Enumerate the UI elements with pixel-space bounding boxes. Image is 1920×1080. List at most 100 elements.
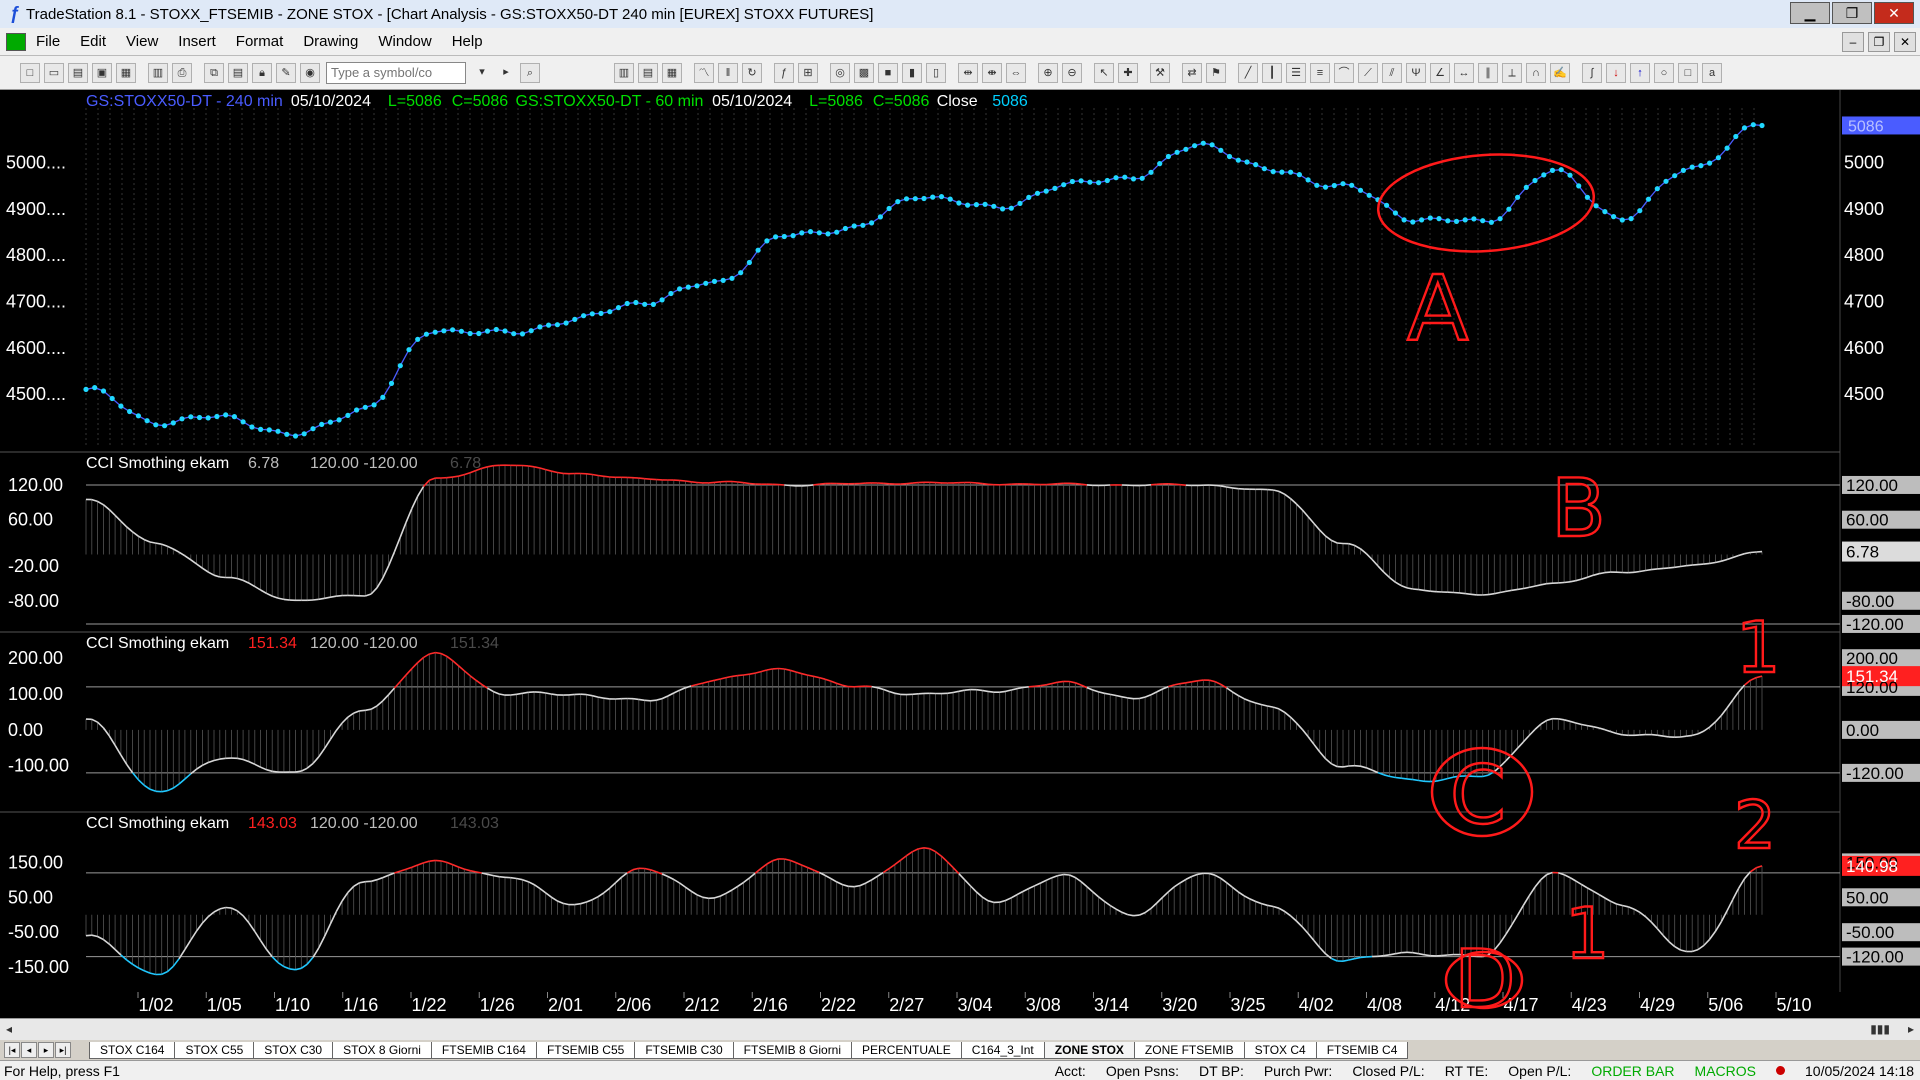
zoom-out-icon[interactable]: ⊖ — [1062, 62, 1082, 83]
compress-bars-icon[interactable]: ⇼ — [982, 62, 1002, 83]
open-folder-icon[interactable]: ▭ — [44, 62, 64, 83]
regression-icon[interactable]: ⟂ — [1502, 62, 1522, 83]
format-tools-icon[interactable]: ⚒ — [1150, 62, 1170, 83]
mdi-close-button[interactable]: ✕ — [1894, 32, 1916, 52]
tab-stox-8-giorni[interactable]: STOX 8 Giorni — [332, 1041, 432, 1059]
menu-help[interactable]: Help — [442, 33, 493, 50]
globe-icon[interactable]: ◉ — [300, 62, 320, 83]
fibonacci-icon[interactable]: ≡ — [1310, 62, 1330, 83]
menu-insert[interactable]: Insert — [168, 33, 226, 50]
arc-icon[interactable]: ⌒ — [1334, 62, 1354, 83]
print-icon[interactable]: ⎙ — [172, 62, 192, 83]
paste-icon[interactable]: ▤ — [228, 62, 248, 83]
tab-ftsemib-c30[interactable]: FTSEMIB C30 — [634, 1041, 734, 1059]
open-workspace-icon[interactable]: ▤ — [68, 62, 88, 83]
tab-stox-c164[interactable]: STOX C164 — [89, 1041, 176, 1059]
pointer-icon[interactable]: ↖ — [1094, 62, 1114, 83]
tab-stox-c4[interactable]: STOX C4 — [1243, 1041, 1317, 1059]
tab-ftsemib-8-giorni[interactable]: FTSEMIB 8 Giorni — [732, 1041, 853, 1059]
menu-format[interactable]: Format — [226, 33, 294, 50]
menu-edit[interactable]: Edit — [70, 33, 116, 50]
new-window-icon[interactable]: ▣ — [92, 62, 112, 83]
tab-stox-c55[interactable]: STOX C55 — [174, 1041, 255, 1059]
tab-zone-ftsemib[interactable]: ZONE FTSEMIB — [1133, 1041, 1245, 1059]
symbol-search-icon[interactable]: ⌕ — [520, 62, 540, 83]
mdi-restore-button[interactable]: ❐ — [1868, 32, 1890, 52]
maximize-button[interactable]: ❐ — [1832, 2, 1872, 24]
lock-icon[interactable]: 🔒︎ — [252, 62, 272, 83]
channel-icon[interactable]: ⫽ — [1382, 62, 1402, 83]
symbol-input[interactable] — [326, 61, 466, 84]
horizontal-arrow-icon[interactable]: ↔ — [1454, 62, 1474, 83]
cycle-icon[interactable]: ∩ — [1526, 62, 1546, 83]
scroll-thumb-icon[interactable]: ▮▮▮ — [1870, 1022, 1890, 1036]
freehand-icon[interactable]: ✍ — [1550, 62, 1570, 83]
ellipse-icon[interactable]: ○ — [1654, 62, 1674, 83]
symbol-dropdown-icon[interactable]: ▾ — [472, 63, 492, 83]
tab-stox-c30[interactable]: STOX C30 — [253, 1041, 334, 1059]
matrix-icon[interactable]: ▩ — [854, 62, 874, 83]
new-file-icon[interactable]: □ — [20, 62, 40, 83]
refresh-icon[interactable]: ↻ — [742, 62, 762, 83]
green-screen-icon[interactable]: ■ — [878, 62, 898, 83]
tab-percentuale[interactable]: PERCENTUALE — [851, 1041, 962, 1059]
table-icon[interactable]: ▦ — [662, 62, 682, 83]
scroll-left-icon[interactable]: ◂ — [6, 1022, 12, 1036]
tools-icon[interactable]: ✎ — [276, 62, 296, 83]
minimize-button[interactable]: ▁ — [1790, 2, 1830, 24]
horizontal-scrollbar[interactable]: ◂ ▮▮▮ ▸ — [0, 1018, 1920, 1040]
data-window-icon[interactable]: ▤ — [638, 62, 658, 83]
menu-window[interactable]: Window — [368, 33, 441, 50]
speed-line-icon[interactable]: ⟋ — [1358, 62, 1378, 83]
bar-chart-icon[interactable]: ▮ — [902, 62, 922, 83]
arrow-down-icon[interactable]: ↓ — [1606, 62, 1626, 83]
zoom-in-icon[interactable]: ⊕ — [1038, 62, 1058, 83]
tab-first-icon[interactable]: |◂ — [4, 1042, 20, 1058]
bar-type-icon[interactable]: ǁ — [718, 62, 738, 83]
mdi-minimize-button[interactable]: – — [1842, 32, 1864, 52]
tab-ftsemib-c164[interactable]: FTSEMIB C164 — [430, 1041, 537, 1059]
menu-view[interactable]: View — [116, 33, 168, 50]
order-entry-icon[interactable]: ⇄ — [1182, 62, 1202, 83]
order-bar-button[interactable]: ORDER BAR — [1591, 1063, 1674, 1079]
bar-spacing-icon[interactable]: ⇔ — [1006, 62, 1026, 83]
menu-file[interactable]: File — [26, 33, 70, 50]
save-icon[interactable]: ▥ — [148, 62, 168, 83]
tab-zone-stox[interactable]: ZONE STOX — [1043, 1041, 1135, 1059]
parallel-lines-icon[interactable]: ∥ — [1478, 62, 1498, 83]
tab-ftsemib-c55[interactable]: FTSEMIB C55 — [535, 1041, 636, 1059]
gann-fan-icon[interactable]: ∠ — [1430, 62, 1450, 83]
scroll-right-icon[interactable]: ▸ — [1908, 1022, 1914, 1036]
insert-indicator-icon[interactable]: ƒ — [774, 62, 794, 83]
play-arrow-icon[interactable]: ▸ — [496, 63, 516, 83]
vertical-lines-icon[interactable]: ┃ — [1262, 62, 1282, 83]
rectangle-icon[interactable]: □ — [1678, 62, 1698, 83]
chart-document-icon[interactable] — [6, 32, 26, 51]
andrews-pitchfork-icon[interactable]: Ψ — [1406, 62, 1426, 83]
tab-next-icon[interactable]: ▸ — [38, 1042, 54, 1058]
chart-canvas[interactable]: GS:STOXX50-DT - 240 min 05/10/2024 L=5086 C… — [0, 90, 1920, 1018]
trendline-icon[interactable]: ╱ — [1238, 62, 1258, 83]
line-chart-icon[interactable]: 〽 — [694, 62, 714, 83]
horizontal-lines-icon[interactable]: ☰ — [1286, 62, 1306, 83]
tab-last-icon[interactable]: ▸| — [55, 1042, 71, 1058]
macros-button[interactable]: MACROS — [1695, 1063, 1756, 1079]
close-window-icon[interactable]: ▦ — [116, 62, 136, 83]
tab-ftsemib-c4[interactable]: FTSEMIB C4 — [1315, 1041, 1409, 1059]
crosshair-icon[interactable]: ✚ — [1118, 62, 1138, 83]
close-button[interactable]: ✕ — [1874, 2, 1914, 24]
tab-prev-icon[interactable]: ◂ — [21, 1042, 37, 1058]
insert-strategy-icon[interactable]: ⊞ — [798, 62, 818, 83]
menu-drawing[interactable]: Drawing — [293, 33, 368, 50]
copy-icon[interactable]: ⧉ — [204, 62, 224, 83]
radar-icon[interactable]: ◎ — [830, 62, 850, 83]
alerts-icon[interactable]: ⚑ — [1206, 62, 1226, 83]
text-tool-icon[interactable]: a — [1702, 62, 1722, 83]
chart-analysis-area[interactable]: GS:STOXX50-DT - 240 min 05/10/2024 L=5086 C… — [0, 90, 1920, 1018]
curve-icon[interactable]: ∫ — [1582, 62, 1602, 83]
arrow-up-icon[interactable]: ↑ — [1630, 62, 1650, 83]
expand-bars-icon[interactable]: ⇹ — [958, 62, 978, 83]
candle-icon[interactable]: ▯ — [926, 62, 946, 83]
tab-c164-3-int[interactable]: C164_3_Int — [960, 1041, 1045, 1059]
chart-style-icon[interactable]: ▥ — [614, 62, 634, 83]
